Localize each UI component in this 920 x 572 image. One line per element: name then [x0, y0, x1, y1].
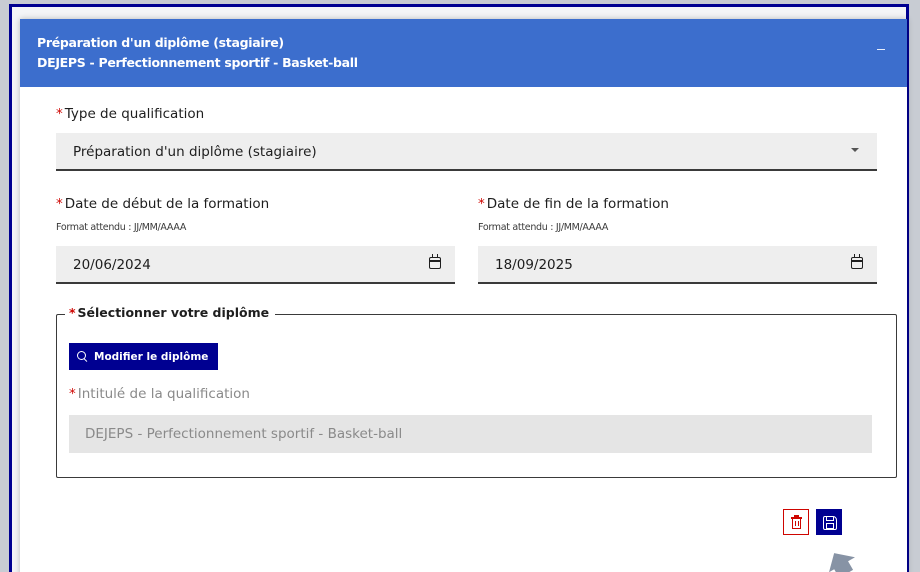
card-title-type: Préparation d'un diplôme (stagiaire) — [37, 35, 284, 50]
required-mark: * — [56, 196, 63, 212]
start-date-input[interactable]: 20/06/2024 — [56, 246, 455, 284]
start-date-hint: Format attendu : JJ/MM/AAAA — [56, 222, 187, 233]
end-date-input[interactable]: 18/09/2025 — [478, 246, 877, 284]
calendar-icon[interactable] — [429, 254, 441, 269]
calendar-icon[interactable] — [851, 254, 863, 269]
qualification-card: Préparation d'un diplôme (stagiaire) DEJ… — [20, 19, 907, 572]
card-title-diploma: DEJEPS - Perfectionnement sportif - Bask… — [37, 55, 358, 70]
search-icon — [77, 351, 88, 362]
diploma-legend-text: Sélectionner votre diplôme — [77, 305, 270, 320]
qualification-type-label: * Type de qualification — [56, 106, 204, 122]
trash-icon — [791, 515, 802, 529]
pointer-arrow-icon — [829, 553, 855, 572]
card-header[interactable]: Préparation d'un diplôme (stagiaire) DEJ… — [20, 19, 907, 87]
modify-diploma-label: Modifier le diplôme — [94, 350, 209, 363]
minus-icon[interactable] — [877, 41, 887, 51]
diploma-fieldset: * Sélectionner votre diplôme Modifier le … — [56, 305, 897, 478]
start-date-label-text: Date de début de la formation — [64, 196, 270, 212]
qualification-type-value: Préparation d'un diplôme (stagiaire) — [73, 144, 317, 160]
end-date-label-text: Date de fin de la formation — [486, 196, 669, 212]
qualification-title-field: DEJEPS - Perfectionnement sportif - Bask… — [69, 415, 872, 453]
required-mark: * — [69, 386, 76, 402]
qualification-type-select[interactable]: Préparation d'un diplôme (stagiaire) — [56, 133, 877, 171]
end-date-hint: Format attendu : JJ/MM/AAAA — [478, 222, 609, 233]
required-mark: * — [69, 305, 76, 320]
end-date-label: * Date de fin de la formation — [478, 196, 669, 212]
delete-button[interactable] — [783, 509, 809, 535]
chevron-down-icon — [851, 148, 859, 152]
required-mark: * — [478, 196, 485, 212]
start-date-value: 20/06/2024 — [73, 257, 151, 273]
qualification-title-value: DEJEPS - Perfectionnement sportif - Bask… — [85, 426, 403, 442]
qualification-title-label-text: Intitulé de la qualification — [77, 386, 250, 402]
floppy-disk-icon — [823, 516, 837, 530]
qualification-title-label: * Intitulé de la qualification — [69, 386, 250, 402]
diploma-legend: * Sélectionner votre diplôme — [65, 305, 276, 320]
start-date-label: * Date de début de la formation — [56, 196, 269, 212]
modify-diploma-button[interactable]: Modifier le diplôme — [69, 343, 219, 370]
required-mark: * — [56, 106, 63, 122]
qualification-type-label-text: Type de qualification — [64, 106, 205, 122]
save-button[interactable] — [816, 509, 842, 535]
end-date-value: 18/09/2025 — [495, 257, 573, 273]
